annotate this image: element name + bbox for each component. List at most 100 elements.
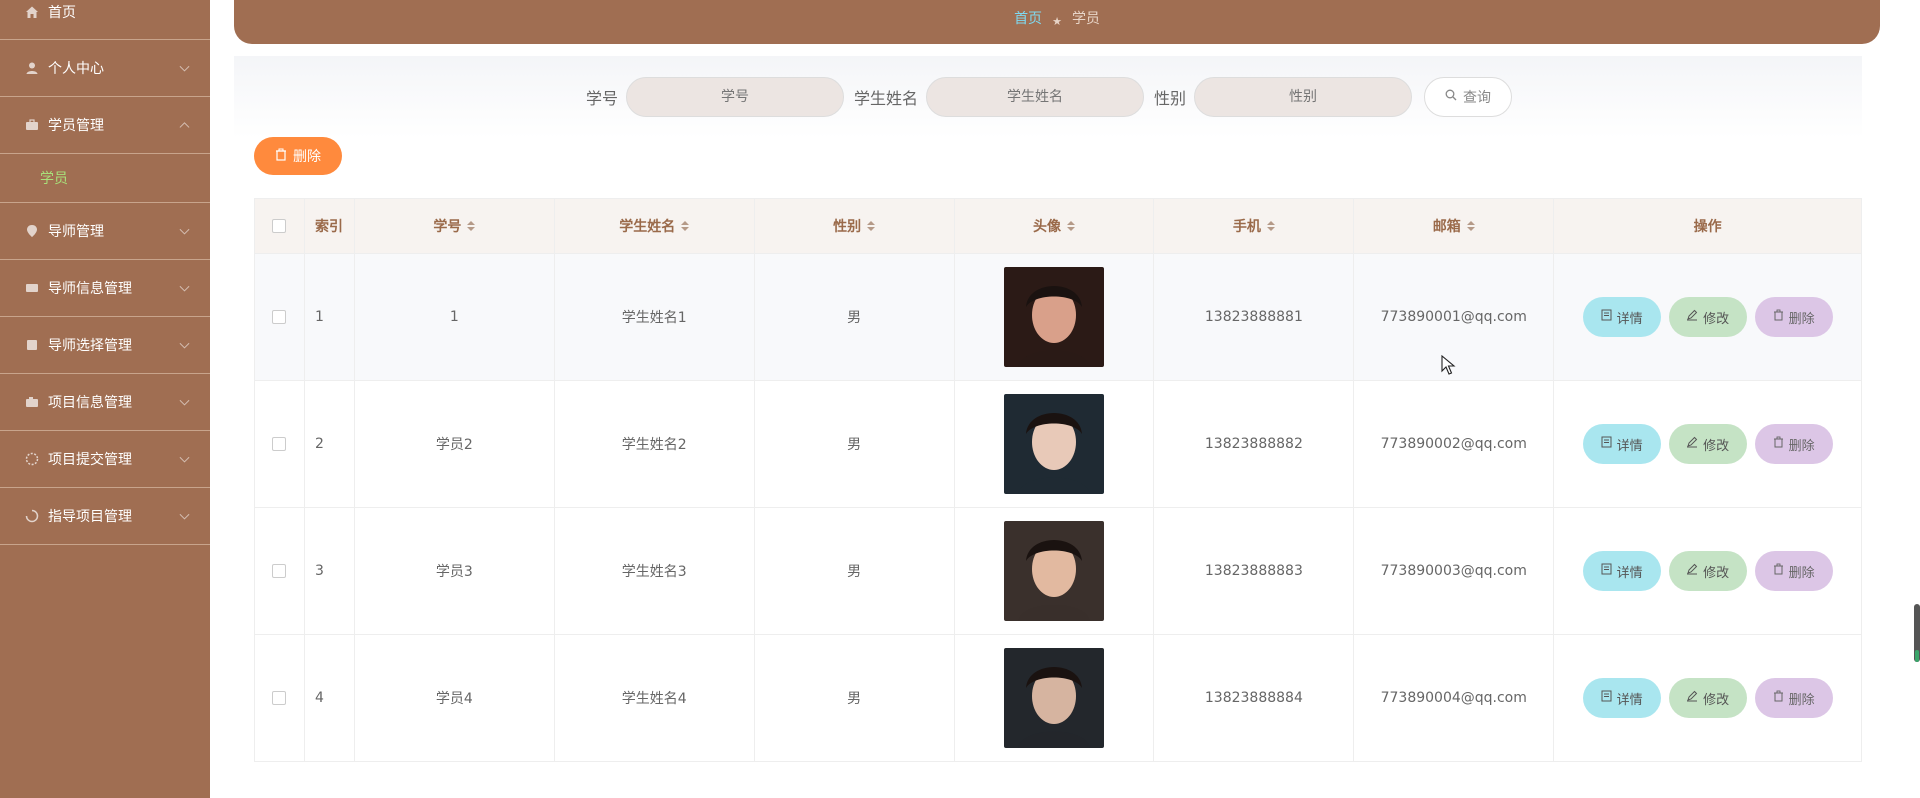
row-checkbox[interactable] [272, 437, 287, 451]
breadcrumb-current: 学员 [1071, 11, 1100, 27]
cell-index: 1 [305, 254, 355, 380]
edit-button[interactable]: 修改 [1668, 424, 1747, 464]
sort-icon[interactable] [1067, 221, 1075, 231]
sidebar-item-label: 首页 [48, 4, 76, 21]
chevron-down-icon [179, 281, 190, 292]
header-avatar[interactable]: 头像 [955, 199, 1155, 253]
sidebar-item-label: 导师管理 [48, 224, 104, 240]
header-phone[interactable]: 手机 [1154, 199, 1355, 253]
sidebar-item-tutor-management[interactable]: 导师管理 [0, 203, 210, 260]
sidebar-item-tutor-selection-management[interactable]: 导师选择管理 [0, 317, 210, 374]
home-icon [24, 4, 40, 20]
sidebar-item-guided-project-management[interactable]: 指导项目管理 [0, 488, 210, 545]
avatar[interactable] [1004, 648, 1104, 748]
breadcrumb-home-link[interactable]: 首页 [1014, 8, 1042, 28]
row-checkbox[interactable] [272, 310, 287, 324]
delete-button[interactable]: 删除 [1754, 297, 1833, 337]
avatar[interactable] [1004, 267, 1104, 367]
scroll-indicator [1915, 650, 1919, 662]
edit-icon [1686, 690, 1698, 706]
edit-button[interactable]: 修改 [1668, 297, 1747, 337]
edit-button[interactable]: 修改 [1668, 551, 1747, 591]
edit-button-label: 修改 [1703, 692, 1730, 708]
delete-button[interactable]: 删除 [1754, 551, 1833, 591]
student-no-input[interactable] [625, 77, 844, 117]
cell-phone: 13823888881 [1154, 254, 1355, 380]
sidebar-subitem-student[interactable]: 学员 [0, 154, 210, 203]
sidebar-item-tutor-info-management[interactable]: 导师信息管理 [0, 260, 210, 317]
batch-delete-button[interactable]: 删除 [254, 137, 342, 175]
sex-input[interactable] [1194, 77, 1413, 117]
chevron-down-icon [179, 452, 190, 463]
delete-button[interactable]: 删除 [1754, 678, 1833, 718]
loading-icon [24, 508, 40, 524]
table-row[interactable]: 4 学员4 学生姓名4 男 13823888884 773890004@qq.c… [255, 635, 1862, 762]
row-checkbox[interactable] [272, 691, 287, 705]
breadcrumb-separator-icon: ★ [1052, 15, 1062, 28]
row-select-cell [255, 254, 305, 380]
edit-button[interactable]: 修改 [1668, 678, 1747, 718]
header-sex[interactable]: 性别 [755, 199, 955, 253]
table-row[interactable]: 1 1 学生姓名1 男 13823888881 773890001@qq.com [255, 254, 1862, 381]
trash-icon [1773, 563, 1784, 579]
chevron-down-icon [179, 338, 190, 349]
cell-student-no: 1 [355, 254, 555, 380]
table-header: 索引 学号 学生姓名 性别 头像 手机 邮箱 操作 [255, 198, 1862, 254]
cell-operations: 详情 修改 删除 [1554, 508, 1862, 634]
delete-button-label: 删除 [1788, 311, 1815, 327]
sidebar-item-student-management[interactable]: 学员管理 [0, 97, 210, 154]
delete-button-label: 删除 [1788, 438, 1815, 454]
document-icon [1601, 690, 1612, 706]
cell-operations: 详情 修改 删除 [1554, 381, 1862, 507]
student-name-input[interactable] [926, 77, 1144, 117]
mouse-cursor-icon [1441, 355, 1456, 375]
sidebar-item-label: 个人中心 [48, 61, 104, 77]
select-all-checkbox[interactable] [272, 219, 287, 233]
query-button[interactable]: 查询 [1424, 77, 1513, 117]
sort-icon[interactable] [681, 221, 690, 231]
detail-button[interactable]: 详情 [1582, 424, 1661, 464]
sidebar-item-project-info-management[interactable]: 项目信息管理 [0, 374, 210, 431]
header-student-no[interactable]: 学号 [355, 199, 555, 253]
cell-student-name: 学生姓名1 [555, 254, 755, 380]
row-checkbox[interactable] [272, 564, 287, 578]
sort-icon[interactable] [467, 221, 476, 231]
header-student-name[interactable]: 学生姓名 [555, 199, 755, 253]
row-select-cell [255, 381, 305, 507]
trash-icon [1773, 436, 1784, 452]
detail-button-label: 详情 [1616, 438, 1643, 454]
avatar[interactable] [1004, 394, 1104, 494]
sidebar-item-personal-center[interactable]: 个人中心 [0, 40, 210, 97]
sort-icon[interactable] [867, 221, 876, 231]
sex-label: 性别 [1154, 89, 1187, 108]
sort-icon[interactable] [1266, 221, 1275, 231]
sort-icon[interactable] [1466, 221, 1475, 231]
sidebar-item-home[interactable]: 首页 [0, 0, 210, 40]
document-icon [1601, 563, 1612, 579]
cell-phone: 13823888883 [1154, 508, 1355, 634]
avatar[interactable] [1004, 521, 1104, 621]
detail-button[interactable]: 详情 [1582, 551, 1661, 591]
header-email[interactable]: 邮箱 [1354, 199, 1555, 253]
table-row[interactable]: 3 学员3 学生姓名3 男 13823888883 773890003@qq.c… [255, 508, 1862, 635]
edit-button-label: 修改 [1703, 565, 1730, 581]
trash-icon [1773, 309, 1784, 325]
sidebar: 首页 个人中心 学员管理 学员 导师管理 导师信息管理 导师选择管理 项目信息管… [0, 0, 210, 798]
student-no-label: 学号 [585, 89, 618, 108]
detail-button[interactable]: 详情 [1582, 678, 1661, 718]
cell-email: 773890002@qq.com [1354, 381, 1555, 507]
delete-button[interactable]: 删除 [1754, 424, 1833, 464]
batch-delete-label: 删除 [293, 149, 321, 165]
table-row[interactable]: 2 学员2 学生姓名2 男 13823888882 773890002@qq.c… [255, 381, 1862, 508]
sidebar-item-project-submission-management[interactable]: 项目提交管理 [0, 431, 210, 488]
cell-index: 3 [305, 508, 355, 634]
edit-button-label: 修改 [1703, 438, 1730, 454]
sidebar-item-label: 项目提交管理 [48, 452, 132, 468]
cell-phone: 13823888884 [1154, 635, 1355, 761]
sidebar-item-label: 学员管理 [48, 118, 104, 134]
document-icon [1601, 436, 1612, 452]
chevron-down-icon [179, 61, 190, 72]
sidebar-item-label: 导师选择管理 [48, 338, 132, 354]
detail-button[interactable]: 详情 [1582, 297, 1661, 337]
sidebar-item-label: 项目信息管理 [48, 395, 132, 411]
